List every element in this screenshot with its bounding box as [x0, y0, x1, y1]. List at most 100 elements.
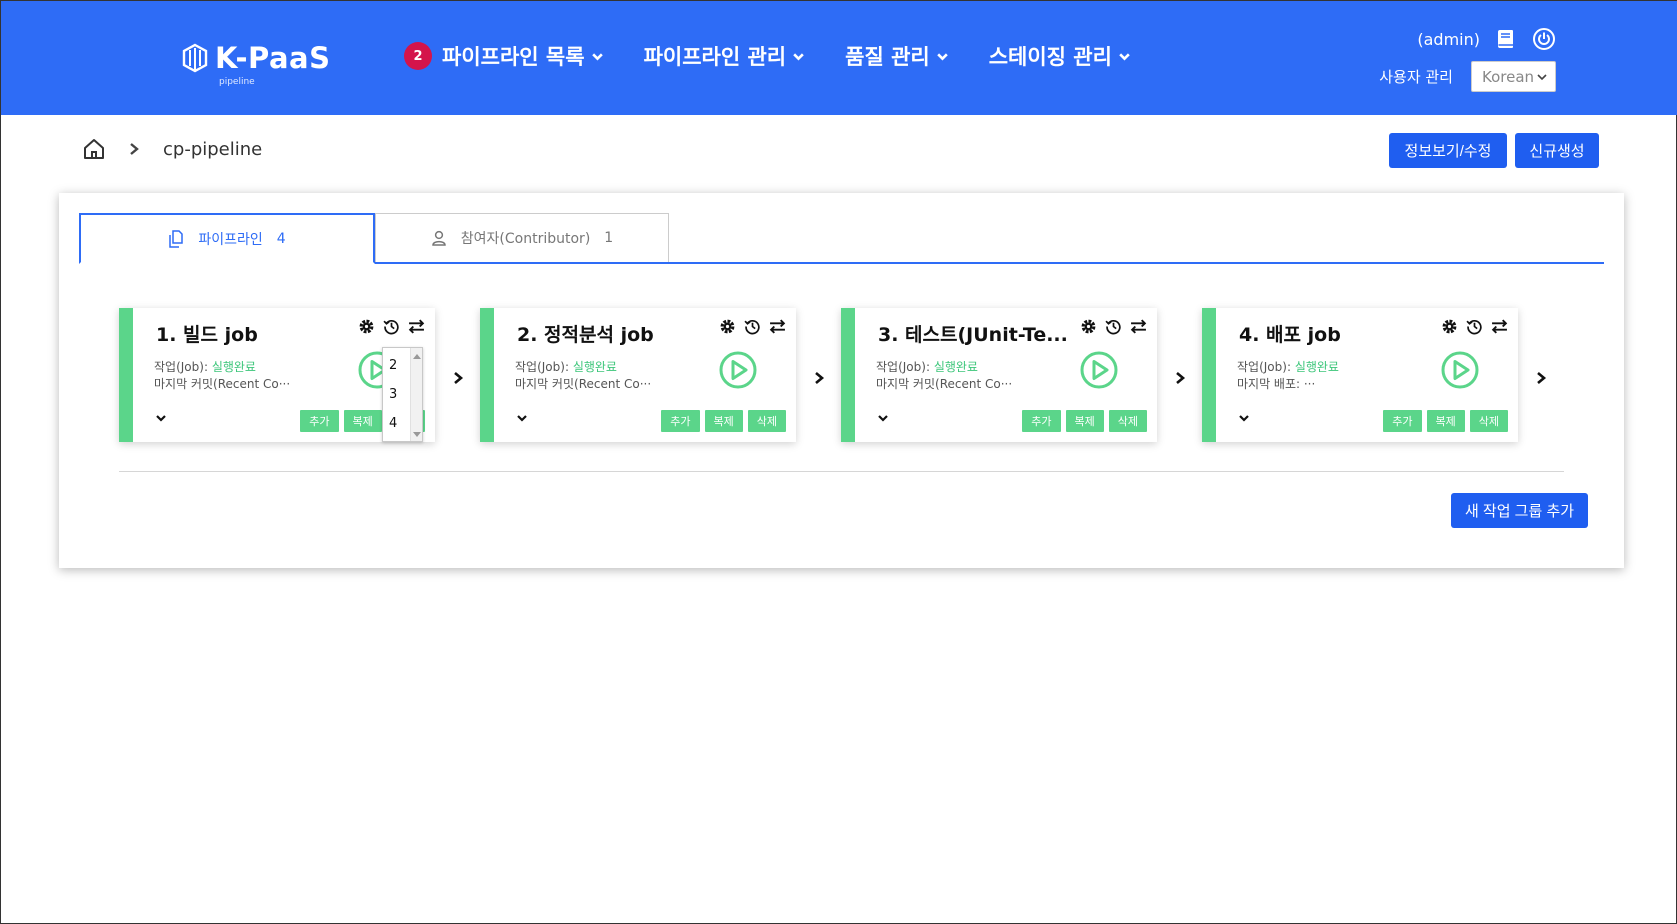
job-delete-button[interactable]: 삭제: [1469, 410, 1508, 432]
chevron-down-icon: [793, 52, 804, 61]
chevron-down-icon[interactable]: [516, 412, 528, 424]
gear-icon[interactable]: [358, 318, 375, 335]
job-status-label: 작업(Job):: [876, 360, 934, 374]
chevron-down-icon: [1537, 73, 1547, 80]
listbox-option[interactable]: 4: [389, 416, 397, 431]
logo-subtitle: pipeline: [219, 77, 255, 87]
swap-icon[interactable]: [769, 318, 786, 335]
main-menu: 2 파이프라인 목록 파이프라인 관리 품질 관리 스테이징 관리: [404, 41, 1171, 71]
job-status-label: 작업(Job):: [515, 360, 573, 374]
job-card: 3. 테스트(JUnit-Te... 작업(Job): 실행완료 마지막 커밋(…: [841, 308, 1157, 442]
job-status-stripe: [480, 308, 494, 442]
create-new-button[interactable]: 신규생성: [1515, 133, 1599, 168]
job-status-line: 작업(Job): 실행완료: [515, 358, 617, 375]
job-delete-button[interactable]: 삭제: [1108, 410, 1147, 432]
user-name: (admin): [1417, 29, 1480, 49]
home-icon[interactable]: [83, 137, 105, 161]
breadcrumb-current[interactable]: cp-pipeline: [163, 139, 262, 160]
job-status-value: 실행완료: [572, 360, 617, 374]
job-status-value: 실행완료: [933, 360, 978, 374]
chevron-down-icon[interactable]: [155, 412, 167, 424]
job-status-value: 실행완료: [1294, 360, 1339, 374]
chevron-down-icon[interactable]: [1238, 412, 1250, 424]
menu-pipeline-list[interactable]: 2 파이프라인 목록: [404, 41, 604, 71]
power-icon[interactable]: [1532, 27, 1556, 51]
job-copy-button[interactable]: 복제: [1426, 410, 1465, 432]
history-icon[interactable]: [383, 318, 400, 335]
job-title: 2. 정적분석 job: [517, 324, 654, 346]
user-manage-link[interactable]: 사용자 관리: [1379, 66, 1453, 87]
job-status-label: 작업(Job):: [1237, 360, 1295, 374]
logo[interactable]: K-PaaS pipeline: [181, 41, 331, 87]
swap-icon[interactable]: [1491, 318, 1508, 335]
breadcrumb: cp-pipeline: [83, 137, 262, 161]
job-add-button[interactable]: 추가: [661, 410, 700, 432]
job-add-button[interactable]: 추가: [1022, 410, 1061, 432]
logo-text: K-PaaS: [215, 41, 331, 75]
job-detail: 마지막 커밋(Recent Co···: [154, 377, 291, 391]
job-status-stripe: [119, 308, 133, 442]
job-status-stripe: [841, 308, 855, 442]
job-order-listbox[interactable]: 2 3 4: [382, 347, 423, 442]
play-icon[interactable]: [718, 350, 758, 390]
job-copy-button[interactable]: 복제: [343, 410, 382, 432]
top-navigation-bar: K-PaaS pipeline 2 파이프라인 목록 파이프라인 관리 품질 관…: [1, 1, 1677, 115]
language-select[interactable]: Korean: [1471, 61, 1556, 92]
job-status-label: 작업(Job):: [154, 360, 212, 374]
job-status-stripe: [1202, 308, 1216, 442]
pipeline-panel: 파이프라인 4 참여자(Contributor) 1 1. 빌드 job 작업(…: [59, 193, 1624, 568]
info-edit-button[interactable]: 정보보기/수정: [1389, 133, 1507, 168]
language-select-value: Korean: [1482, 67, 1535, 86]
history-icon[interactable]: [1466, 318, 1483, 335]
scroll-down-arrow-icon[interactable]: [413, 432, 421, 437]
divider: [119, 471, 1564, 472]
swap-icon[interactable]: [1130, 318, 1147, 335]
menu-staging-manage-label: 스테이징 관리: [988, 45, 1112, 69]
tab-pipeline[interactable]: 파이프라인 4: [79, 213, 375, 264]
kpaas-logo-icon: [182, 43, 208, 73]
chevron-right-icon: [130, 143, 139, 155]
scroll-up-arrow-icon[interactable]: [413, 354, 421, 359]
user-area: (admin) 사용자 관리 Korean: [1379, 27, 1556, 92]
play-icon[interactable]: [1440, 350, 1480, 390]
chevron-down-icon[interactable]: [877, 412, 889, 424]
tab-contributor-count: 1: [604, 230, 614, 246]
menu-staging-manage[interactable]: 스테이징 관리: [989, 41, 1131, 71]
job-detail: 마지막 배포: ···: [1237, 377, 1316, 391]
tab-pipeline-count: 4: [276, 230, 286, 247]
menu-pipeline-manage-label: 파이프라인 관리: [643, 45, 787, 69]
gear-icon[interactable]: [1441, 318, 1458, 335]
notification-badge: 2: [404, 42, 432, 70]
menu-pipeline-manage[interactable]: 파이프라인 관리: [644, 41, 806, 71]
job-title: 4. 배포 job: [1239, 324, 1341, 346]
tab-contributor-label: 참여자(Contributor): [460, 231, 591, 247]
listbox-scrollbar[interactable]: [410, 348, 422, 441]
job-title: 1. 빌드 job: [156, 324, 258, 346]
chevron-down-icon: [1119, 52, 1130, 61]
job-copy-button[interactable]: 복제: [704, 410, 743, 432]
gear-icon[interactable]: [719, 318, 736, 335]
history-icon[interactable]: [744, 318, 761, 335]
menu-quality-manage[interactable]: 품질 관리: [845, 41, 949, 71]
job-copy-button[interactable]: 복제: [1065, 410, 1104, 432]
menu-pipeline-list-label: 파이프라인 목록: [442, 45, 585, 69]
add-job-group-button[interactable]: 새 작업 그룹 추가: [1451, 493, 1588, 528]
swap-icon[interactable]: [408, 318, 425, 335]
gear-icon[interactable]: [1080, 318, 1097, 335]
user-icon: [432, 230, 446, 246]
tab-pipeline-label: 파이프라인: [198, 231, 263, 248]
book-icon[interactable]: [1494, 27, 1518, 51]
play-icon[interactable]: [1079, 350, 1119, 390]
job-status-line: 작업(Job): 실행완료: [876, 358, 978, 375]
history-icon[interactable]: [1105, 318, 1122, 335]
job-detail: 마지막 커밋(Recent Co···: [515, 377, 652, 391]
listbox-option[interactable]: 2: [389, 358, 397, 373]
listbox-option[interactable]: 3: [389, 387, 397, 402]
job-card: 2. 정적분석 job 작업(Job): 실행완료 마지막 커밋(Recent …: [480, 308, 796, 442]
job-status-value: 실행완료: [211, 360, 256, 374]
job-delete-button[interactable]: 삭제: [747, 410, 786, 432]
tab-contributor[interactable]: 참여자(Contributor) 1: [375, 213, 669, 262]
job-status-line: 작업(Job): 실행완료: [154, 358, 256, 375]
job-add-button[interactable]: 추가: [300, 410, 339, 432]
job-add-button[interactable]: 추가: [1383, 410, 1422, 432]
